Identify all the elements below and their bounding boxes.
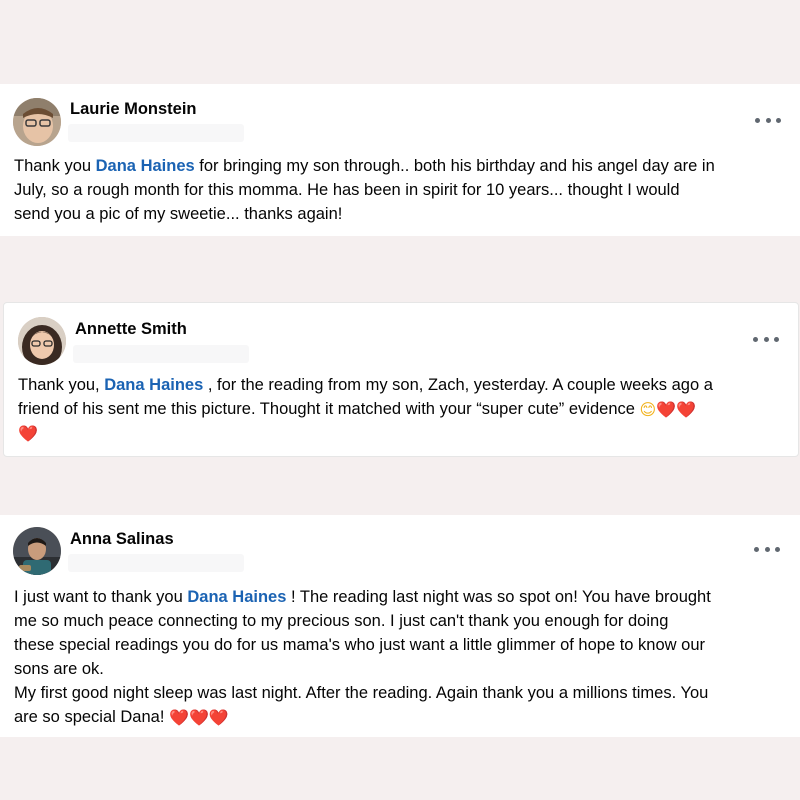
post-line: are so special Dana! ❤️❤️❤️ (14, 708, 229, 727)
more-options-button[interactable] (753, 332, 779, 346)
post-meta (68, 554, 244, 572)
mention-link[interactable]: Dana Haines (96, 157, 195, 175)
mention-link[interactable]: Dana Haines (104, 376, 203, 394)
avatar[interactable] (18, 317, 66, 365)
post-line: sons are ok. (14, 660, 104, 678)
mention-link[interactable]: Dana Haines (187, 588, 286, 606)
heart-emoji: ❤️ (676, 402, 697, 419)
more-horizontal-icon (753, 336, 758, 342)
post-line: these special readings you do for us mam… (14, 636, 705, 654)
heart-emoji: ❤️ (208, 710, 229, 727)
more-options-button[interactable] (754, 542, 780, 556)
heart-emoji: ❤️ (656, 402, 677, 419)
avatar[interactable] (13, 527, 61, 575)
smiling-face-emoji: 😊 (639, 402, 657, 419)
post-line: My first good night sleep was last night… (14, 684, 709, 702)
post-line: I just want to thank you Dana Haines ! T… (14, 588, 711, 606)
post-card: Laurie Monstein Thank you Dana Haines fo… (0, 84, 800, 236)
testimonials-page: Laurie Monstein Thank you Dana Haines fo… (0, 0, 800, 800)
heart-emoji: ❤️ (169, 710, 189, 727)
post-card: Anna Salinas I just want to thank you Da… (0, 515, 800, 737)
heart-emoji: ❤️ (188, 710, 209, 727)
post-line: ❤️ (18, 421, 713, 445)
author-name[interactable]: Anna Salinas (70, 530, 174, 549)
avatar-photo-icon (13, 98, 61, 146)
post-line: Thank you Dana Haines for bringing my so… (14, 157, 715, 175)
post-line: me so much peace connecting to my precio… (14, 612, 669, 630)
post-line: Thank you, Dana Haines , for the reading… (18, 376, 713, 394)
heart-emoji: ❤️ (18, 426, 38, 443)
post-text: I just want to thank you Dana Haines ! T… (14, 585, 711, 729)
post-line: July, so a rough month for this momma. H… (14, 181, 680, 199)
post-line: friend of his sent me this picture. Thou… (18, 400, 697, 419)
post-meta (73, 345, 249, 363)
author-name[interactable]: Annette Smith (75, 320, 187, 339)
more-horizontal-icon (754, 546, 759, 552)
author-name[interactable]: Laurie Monstein (70, 100, 197, 119)
post-text: Thank you, Dana Haines , for the reading… (18, 373, 713, 445)
post-meta (68, 124, 244, 142)
avatar[interactable] (13, 98, 61, 146)
post-line: send you a pic of my sweetie... thanks a… (14, 205, 343, 223)
more-horizontal-icon (755, 117, 760, 123)
post-card: Annette Smith Thank you, Dana Haines , f… (3, 302, 799, 457)
post-text: Thank you Dana Haines for bringing my so… (14, 154, 715, 226)
avatar-photo-icon (13, 527, 61, 575)
avatar-photo-icon (18, 317, 66, 365)
more-options-button[interactable] (755, 113, 781, 127)
